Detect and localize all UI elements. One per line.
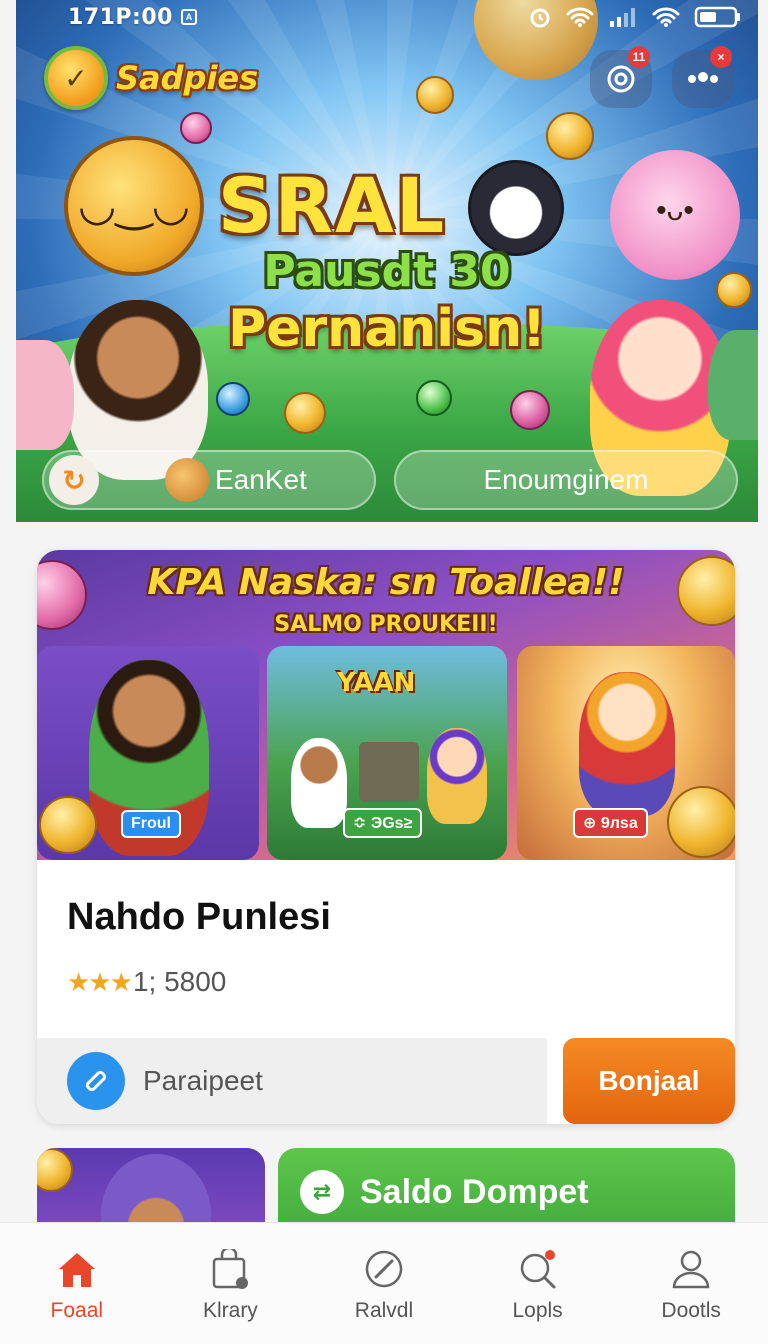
bag-icon bbox=[208, 1249, 252, 1289]
stone-blocks bbox=[359, 742, 419, 802]
app-logo[interactable]: ✓ Sadpies bbox=[44, 46, 258, 110]
coin-decoration bbox=[667, 786, 735, 858]
refresh-icon: ↻ bbox=[49, 455, 99, 505]
nav-label-library: Klrary bbox=[202, 1299, 258, 1322]
notification-button[interactable]: 11 bbox=[590, 46, 652, 108]
panel-logo: YAAN bbox=[337, 668, 416, 698]
logo-text: Sadpies bbox=[116, 59, 259, 97]
banner-subtitle: SALMO PROUKEII! bbox=[274, 612, 498, 637]
nav-item-search[interactable]: Lopls bbox=[473, 1249, 603, 1323]
wallet-icon: ⇄ bbox=[300, 1170, 344, 1214]
play-button[interactable]: Bonjaal bbox=[563, 1038, 735, 1124]
nav-item-explore[interactable]: Ralvdl bbox=[319, 1249, 449, 1323]
share-label: Paraipeet bbox=[143, 1065, 263, 1096]
status-bar: 171P:00 A bbox=[0, 0, 768, 34]
hero-banner[interactable]: ◡‿◡ •ᴗ• ✓ Sadpies 11 × SRAL Pausdt 30 Pe… bbox=[16, 0, 758, 522]
bottom-nav: Foaal Klrary Ralvdl Lopls Dootls bbox=[0, 1222, 768, 1344]
home-icon bbox=[55, 1249, 99, 1289]
app-notification-icon: A bbox=[180, 9, 197, 25]
nav-label-profile: Dootls bbox=[661, 1299, 721, 1322]
nav-label-explore: Ralvdl bbox=[354, 1299, 414, 1322]
wallet-label: Saldo Dompet bbox=[360, 1173, 589, 1211]
chat-button[interactable]: × bbox=[672, 46, 734, 108]
target-icon bbox=[607, 65, 635, 93]
status-time: 171P:00 bbox=[68, 4, 173, 30]
dog-icon bbox=[165, 458, 209, 502]
kid-character bbox=[291, 738, 347, 828]
battery-icon bbox=[694, 6, 740, 28]
hero-pill-left[interactable]: ↻ EanKet bbox=[42, 450, 376, 510]
hero-title-line3: Pernanisn! bbox=[228, 299, 546, 359]
coin-decoration bbox=[216, 382, 250, 416]
wifi-icon-secondary bbox=[652, 7, 680, 27]
coin-decoration bbox=[416, 76, 454, 114]
coin-decoration bbox=[37, 1148, 73, 1192]
game-panel-boy[interactable]: Froul bbox=[37, 646, 259, 860]
game-title: Nahdo Punlesi bbox=[67, 896, 331, 938]
nav-label-home: Foaal bbox=[50, 1299, 104, 1322]
game-card[interactable]: KPA Naska: sn Toallea!! SALMO PROUKEII! … bbox=[37, 550, 735, 1124]
share-field[interactable]: Paraipeet bbox=[37, 1038, 547, 1124]
status-icons bbox=[528, 5, 742, 29]
notification-badge: 11 bbox=[628, 46, 650, 68]
compass-icon bbox=[362, 1249, 406, 1289]
chat-dots-icon bbox=[688, 72, 718, 83]
wifi-icon bbox=[566, 7, 594, 27]
panel-tag-3: ⊕ 9лsa bbox=[573, 808, 648, 838]
search-icon bbox=[516, 1249, 560, 1289]
hero-pill-right[interactable]: Enoumginem bbox=[394, 450, 738, 510]
panel-tag-2: ≎ ЭGs≥ bbox=[343, 808, 423, 838]
panel-tag-1: Froul bbox=[121, 810, 181, 838]
blond-boy-character bbox=[579, 672, 675, 816]
signal-icon bbox=[610, 8, 635, 27]
rating-text: 1; 5800 bbox=[132, 966, 227, 997]
coin-decoration bbox=[39, 796, 97, 854]
alarm-icon bbox=[530, 8, 550, 28]
nav-label-search: Lopls bbox=[512, 1299, 563, 1322]
hero-pill-left-label: EanKet bbox=[215, 464, 307, 495]
share-link-icon bbox=[67, 1052, 125, 1110]
hero-title-line1: SRAL bbox=[217, 161, 447, 250]
nav-item-profile[interactable]: Dootls bbox=[626, 1249, 756, 1323]
chat-badge: × bbox=[710, 46, 732, 68]
game-panel-jungle[interactable]: YAAN ≎ ЭGs≥ bbox=[267, 646, 507, 860]
coin-decoration bbox=[546, 112, 594, 160]
hero-title: SRAL Pausdt 30 Pernanisn! bbox=[16, 166, 758, 360]
hero-pill-right-label: Enoumginem bbox=[483, 464, 649, 495]
kid-character bbox=[427, 728, 487, 824]
coin-decoration bbox=[416, 380, 452, 416]
nav-item-library[interactable]: Klrary bbox=[165, 1249, 295, 1323]
coin-decoration bbox=[284, 392, 326, 434]
game-rating: ★★★ 1; 5800 bbox=[67, 966, 226, 998]
profile-icon bbox=[669, 1249, 713, 1289]
hero-title-line2: Pausdt 30 bbox=[263, 246, 511, 297]
nav-item-home[interactable]: Foaal bbox=[12, 1249, 142, 1323]
card-actions: Paraipeet Bonjaal bbox=[37, 1038, 735, 1124]
coin-decoration bbox=[180, 112, 212, 144]
coin-decoration bbox=[510, 390, 550, 430]
logo-badge-icon: ✓ bbox=[44, 46, 108, 110]
banner-title: KPA Naska: sn Toallea!! bbox=[147, 562, 625, 603]
game-card-banner[interactable]: KPA Naska: sn Toallea!! SALMO PROUKEII! … bbox=[37, 550, 735, 860]
game-panel-arena[interactable]: ⊕ 9лsa bbox=[517, 646, 735, 860]
star-rating-icon: ★★★ bbox=[67, 966, 133, 997]
